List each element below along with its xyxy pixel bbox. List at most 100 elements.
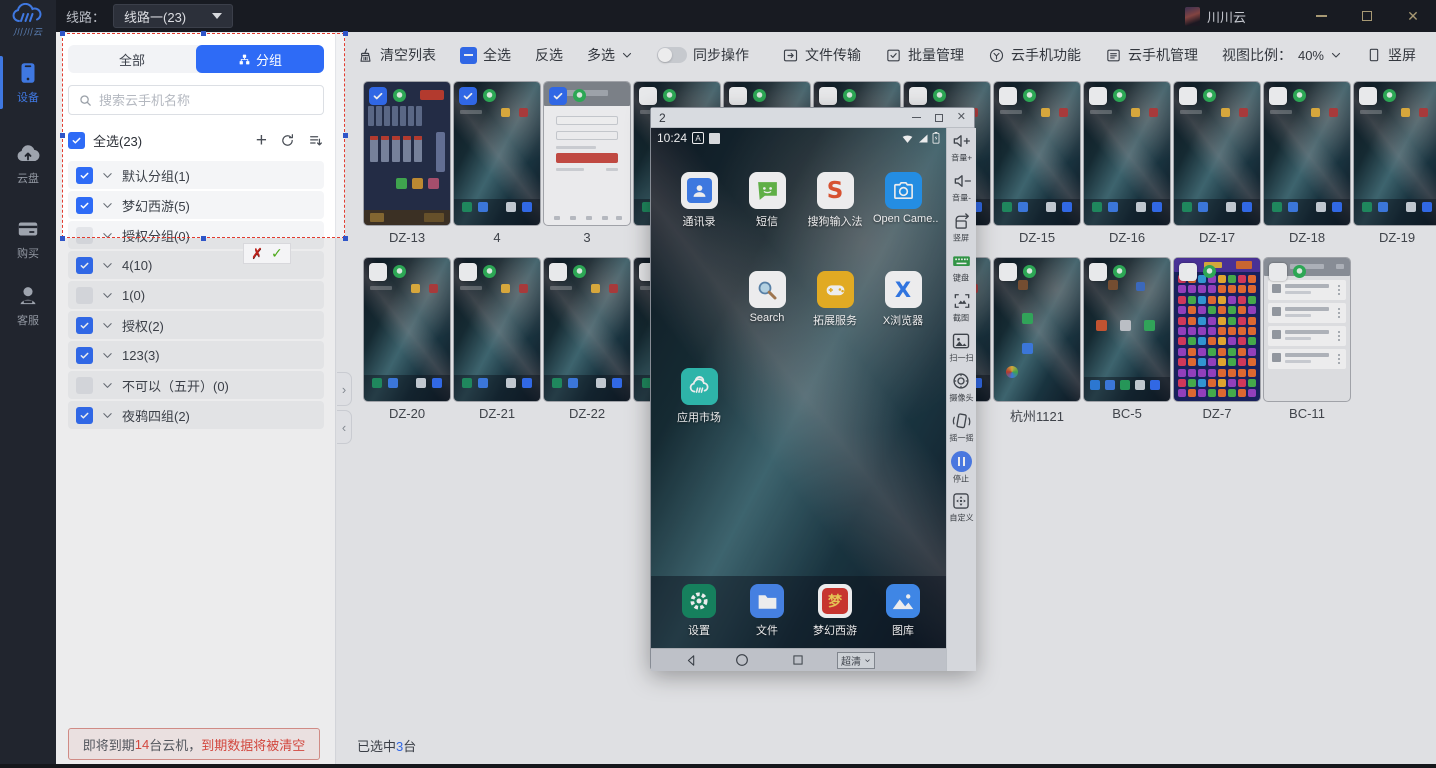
maximize-button[interactable] [1344, 0, 1390, 32]
selection-handle[interactable] [343, 133, 348, 138]
device-card-DZ-7[interactable]: DZ-7 [1174, 258, 1260, 401]
device-checkbox[interactable] [1089, 87, 1107, 105]
phone-window-titlebar[interactable]: 2 ✕ [651, 108, 974, 128]
group-checkbox[interactable] [76, 197, 93, 214]
sync-ops-toggle-group[interactable]: 同步操作 [657, 45, 749, 65]
phone-app-contacts[interactable]: 通讯录 [669, 172, 729, 229]
portrait-button[interactable]: 竖屏 [1366, 45, 1416, 65]
device-checkbox[interactable] [369, 263, 387, 281]
phone-screen[interactable]: 10:24 A 通讯录 短信 S 搜狗输入法 Open Came.. Searc… [651, 128, 946, 648]
group-row-0[interactable]: 默认分组(1) [68, 161, 324, 189]
group-checkbox[interactable] [76, 317, 93, 334]
tab-groups[interactable]: 分组 [196, 45, 324, 73]
device-checkbox[interactable] [1179, 87, 1197, 105]
panel-expand-handle[interactable]: › [337, 372, 352, 406]
close-button[interactable]: ✕ [1390, 0, 1436, 32]
phone-app-market[interactable]: 应用市场 [669, 368, 729, 425]
device-card-DZ-18[interactable]: DZ-18 [1264, 82, 1350, 225]
phone-maximize-button[interactable] [935, 114, 943, 122]
back-icon[interactable] [684, 653, 699, 668]
group-row-5[interactable]: 授权(2) [68, 311, 324, 339]
device-checkbox[interactable] [639, 87, 657, 105]
device-checkbox[interactable] [549, 263, 567, 281]
dock-app-files[interactable]: 文件 [737, 584, 797, 638]
file-transfer-button[interactable]: 文件传输 [782, 45, 861, 65]
tool-stop-icon[interactable]: 停止 [951, 451, 972, 491]
phone-app-sogou[interactable]: S 搜狗输入法 [805, 172, 865, 229]
group-checkbox[interactable] [76, 287, 93, 304]
device-checkbox[interactable] [999, 87, 1017, 105]
phone-app-xbrowser[interactable]: X X浏览器 [873, 271, 933, 328]
device-checkbox[interactable] [459, 263, 477, 281]
phone-minimize-button[interactable] [912, 117, 921, 119]
device-checkbox[interactable] [1269, 87, 1287, 105]
group-checkbox[interactable] [76, 407, 93, 424]
tool-dpad-icon[interactable]: 自定义 [948, 491, 975, 531]
multi-select-button[interactable]: 多选 [587, 45, 633, 65]
select-all-toolbar-button[interactable]: 全选 [460, 45, 511, 65]
clear-list-button[interactable]: 清空列表 [357, 45, 436, 65]
device-card-BC-11[interactable]: BC-11 [1264, 258, 1350, 401]
selection-handle[interactable] [60, 236, 65, 241]
refresh-icon[interactable] [280, 133, 295, 148]
phone-app-search[interactable]: Search [737, 271, 797, 324]
tool-volume-up-icon[interactable]: 音量+ [950, 131, 973, 171]
annotation-cancel-icon[interactable]: ✗ [251, 245, 263, 262]
minimize-button[interactable] [1298, 0, 1344, 32]
device-checkbox[interactable] [1359, 87, 1377, 105]
device-card-DZ-20[interactable]: DZ-20 [364, 258, 450, 401]
group-checkbox[interactable] [76, 257, 93, 274]
selection-handle[interactable] [343, 236, 348, 241]
recents-icon[interactable] [791, 653, 805, 667]
selection-handle[interactable] [201, 31, 206, 36]
device-checkbox[interactable] [1179, 263, 1197, 281]
dock-app-mhxy[interactable]: 梦 梦幻西游 [805, 584, 865, 638]
selection-handle[interactable] [60, 31, 65, 36]
device-card-DZ-22[interactable]: DZ-22 [544, 258, 630, 401]
phone-functions-button[interactable]: 云手机功能 [988, 45, 1081, 65]
avatar[interactable] [1185, 7, 1200, 26]
tool-screenshot-icon[interactable]: 截图 [952, 291, 972, 331]
device-checkbox[interactable] [729, 87, 747, 105]
device-checkbox[interactable] [999, 263, 1017, 281]
phone-app-camera[interactable]: Open Came.. [873, 172, 933, 225]
group-row-4[interactable]: 1(0) [68, 281, 324, 309]
phone-manage-button[interactable]: 云手机管理 [1105, 45, 1198, 65]
device-card-DZ-13[interactable]: DZ-13 [364, 82, 450, 225]
phone-close-button[interactable]: ✕ [957, 112, 966, 123]
device-card-DZ-19[interactable]: DZ-19 [1354, 82, 1436, 225]
device-card-DZ-16[interactable]: DZ-16 [1084, 82, 1170, 225]
home-icon[interactable] [734, 652, 750, 668]
device-checkbox[interactable] [909, 87, 927, 105]
device-card-DZ-17[interactable]: DZ-17 [1174, 82, 1260, 225]
dock-app-settings[interactable]: 设置 [669, 584, 729, 638]
panel-collapse-handle[interactable]: ‹ [337, 410, 352, 444]
group-row-8[interactable]: 夜鸦四组(2) [68, 401, 324, 429]
tab-all[interactable]: 全部 [68, 45, 196, 73]
sidebar-item-0[interactable]: 设备 [0, 60, 56, 105]
annotation-confirm-icon[interactable]: ✓ [271, 245, 283, 262]
indeterminate-checkbox[interactable] [460, 47, 477, 64]
batch-manage-button[interactable]: 批量管理 [885, 45, 964, 65]
device-card-4[interactable]: 4 [454, 82, 540, 225]
device-checkbox[interactable] [369, 87, 387, 105]
line-select[interactable]: 线路一(23) [113, 4, 233, 28]
group-row-7[interactable]: 不可以（五开）(0) [68, 371, 324, 399]
expiry-warning[interactable]: 即将到期14台云机，到期数据将被清空 [68, 728, 320, 760]
add-group-icon[interactable]: + [256, 131, 267, 150]
quality-button[interactable]: 超清 [837, 652, 875, 669]
device-card-DZ-15[interactable]: DZ-15 [994, 82, 1080, 225]
selection-handle[interactable] [60, 133, 65, 138]
tool-scan-icon[interactable]: 扫一扫 [948, 331, 975, 371]
selection-handle[interactable] [201, 236, 206, 241]
phone-app-services[interactable]: 拓展服务 [805, 271, 865, 328]
device-card-3[interactable]: 3 [544, 82, 630, 225]
tool-camera-lens-icon[interactable]: 摄像头 [948, 371, 975, 411]
tool-rotate-icon[interactable]: 竖屏 [952, 211, 972, 251]
sync-toggle[interactable] [657, 47, 687, 63]
group-checkbox[interactable] [76, 347, 93, 364]
group-checkbox[interactable] [76, 377, 93, 394]
device-checkbox[interactable] [819, 87, 837, 105]
dock-app-gallery[interactable]: 图库 [873, 584, 933, 638]
device-card-杭州1121[interactable]: 杭州1121 [994, 258, 1080, 401]
